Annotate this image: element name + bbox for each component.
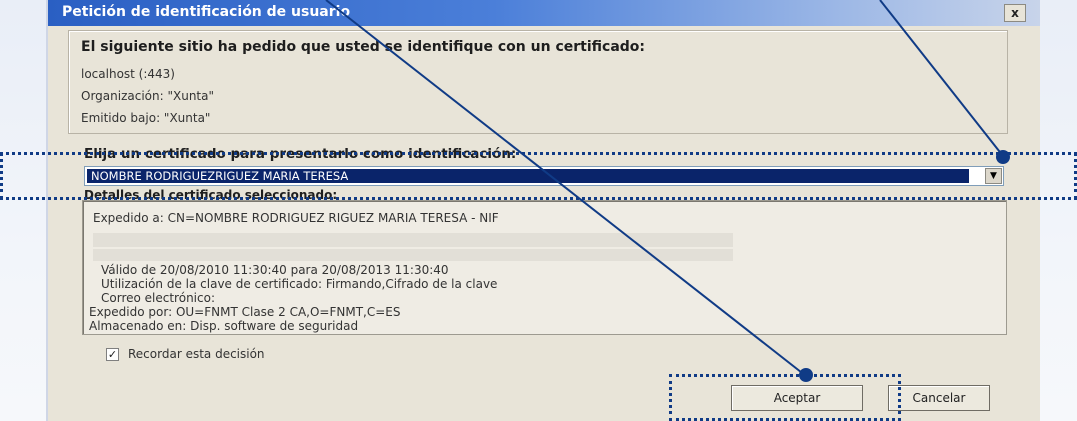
arrow-dot-combo bbox=[996, 150, 1010, 164]
arrow-to-accept bbox=[325, 0, 807, 377]
arrow-dot-accept bbox=[799, 368, 813, 382]
annotation-arrows bbox=[325, 0, 1010, 382]
arrow-to-combo bbox=[879, 0, 1004, 157]
